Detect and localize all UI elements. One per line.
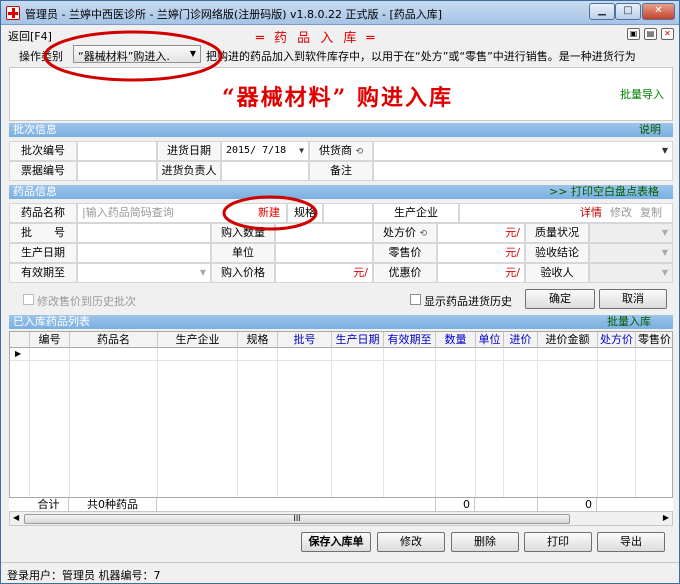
- annotation-overlay: [43, 30, 318, 231]
- annotation-ellipse: [43, 30, 223, 82]
- main-window: 管理员 - 兰婷中西医诊所 - 兰婷门诊网络版(注册码版) v1.8.0.22 …: [0, 0, 680, 584]
- annotation-ellipse: [222, 195, 318, 231]
